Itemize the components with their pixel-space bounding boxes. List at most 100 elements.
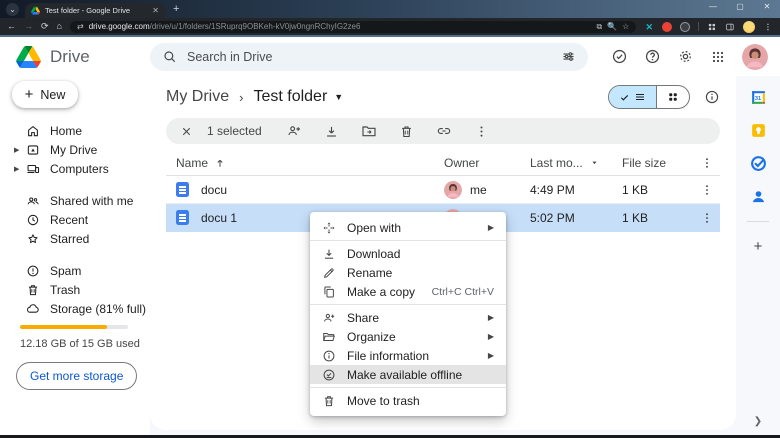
browser-tab[interactable]: Test folder - Google Drive ✕ — [25, 3, 165, 18]
sidebar-item-shared-with-me[interactable]: Shared with me — [0, 191, 150, 210]
grid-view-icon — [667, 91, 679, 103]
menu-item-label: Share — [347, 311, 477, 325]
row-more-actions-icon[interactable] — [700, 183, 714, 197]
menu-item-make-a-copy[interactable]: Make a copyCtrl+C Ctrl+V — [310, 282, 506, 301]
sidebar-item-home[interactable]: Home — [0, 121, 150, 140]
sidebar-item-trash[interactable]: Trash — [0, 280, 150, 299]
open-with-icon — [322, 221, 336, 235]
search-options-icon[interactable] — [561, 49, 576, 64]
column-header-modified[interactable]: Last mo... — [530, 156, 583, 170]
home-icon[interactable]: ⌂ — [57, 22, 62, 31]
folder-dropdown-caret-icon[interactable]: ▼ — [334, 92, 343, 102]
breadcrumb-current-folder[interactable]: Test folder — [253, 88, 327, 106]
sidebar-item-label: Trash — [50, 283, 80, 297]
extension-icon[interactable] — [680, 22, 690, 32]
menu-item-download[interactable]: Download — [310, 244, 506, 263]
window-close-button[interactable]: ✕ — [762, 2, 772, 11]
side-panel-icon[interactable] — [725, 22, 735, 32]
calendar-icon[interactable] — [750, 89, 767, 106]
sidebar-item-label: My Drive — [50, 143, 97, 157]
sidebar-item-my-drive[interactable]: ▶ My Drive — [0, 140, 150, 159]
menu-item-open-with[interactable]: Open with▶ — [310, 218, 506, 237]
storage-progress-bar — [20, 325, 128, 329]
menu-item-file-information[interactable]: File information▶ — [310, 346, 506, 365]
sort-ascending-icon[interactable] — [214, 157, 226, 169]
computers-icon — [26, 162, 40, 176]
new-button[interactable]: + New — [12, 81, 78, 108]
download-icon — [322, 247, 336, 261]
new-tab-button[interactable]: + — [173, 4, 179, 15]
spam-icon — [26, 264, 40, 278]
download-icon[interactable] — [324, 124, 339, 139]
menu-item-share[interactable]: Share▶ — [310, 308, 506, 327]
grid-view-button[interactable] — [656, 86, 689, 108]
sidebar-item-computers[interactable]: ▶Computers — [0, 159, 150, 178]
translate-icon[interactable]: ⧉ — [596, 23, 602, 31]
list-view-button[interactable] — [609, 86, 656, 108]
share-person-add-icon[interactable] — [286, 123, 302, 139]
forward-icon[interactable]: → — [24, 22, 33, 31]
selection-count: 1 selected — [207, 124, 262, 138]
drive-logo[interactable]: Drive — [0, 46, 150, 68]
tasks-icon[interactable] — [750, 155, 767, 172]
column-header-size[interactable]: File size — [622, 156, 666, 170]
breadcrumb-my-drive[interactable]: My Drive — [166, 88, 229, 106]
reload-icon[interactable]: ⟳ — [41, 22, 49, 31]
menu-item-move-to-trash[interactable]: Move to trash — [310, 391, 506, 410]
google-apps-grid-icon[interactable] — [710, 49, 726, 65]
file-row[interactable]: docume4:49 PM1 KB — [166, 176, 720, 204]
column-header-owner[interactable]: Owner — [444, 156, 479, 170]
help-icon[interactable] — [644, 48, 661, 65]
settings-gear-icon[interactable] — [677, 48, 694, 65]
trash-icon[interactable] — [399, 124, 414, 139]
expand-arrow-icon[interactable]: ▶ — [14, 165, 26, 173]
window-maximize-button[interactable]: ▢ — [735, 2, 745, 11]
tab-search-button[interactable]: ⌄ — [6, 3, 19, 16]
row-more-actions-icon[interactable] — [700, 211, 714, 225]
more-actions-icon[interactable] — [474, 124, 489, 139]
copy-link-icon[interactable] — [436, 123, 452, 139]
menu-separator — [310, 240, 506, 241]
contacts-icon[interactable] — [750, 188, 767, 205]
extension-icon[interactable] — [707, 22, 717, 32]
edit-icon — [322, 266, 336, 280]
menu-item-rename[interactable]: Rename — [310, 263, 506, 282]
sidebar-item-spam[interactable]: Spam — [0, 261, 150, 280]
hide-side-panel-icon[interactable]: ❯ — [754, 416, 762, 427]
menu-item-make-available-offline[interactable]: Make available offline — [310, 365, 506, 384]
details-info-icon[interactable] — [704, 89, 720, 105]
bookmark-star-icon[interactable]: ☆ — [622, 23, 629, 31]
sidebar-item-storage-81-full[interactable]: Storage (81% full) — [0, 299, 150, 318]
browser-profile-avatar[interactable] — [743, 21, 755, 33]
zoom-icon[interactable]: 🔍 — [607, 23, 617, 31]
keep-icon[interactable] — [750, 122, 767, 139]
column-settings-icon[interactable] — [700, 156, 714, 170]
window-minimize-button[interactable]: — — [708, 2, 718, 11]
modified-time: 4:49 PM — [530, 183, 622, 197]
address-bar[interactable]: ⇄ drive.google.com/drive/u/1/folders/1SR… — [70, 21, 636, 33]
extension-icon[interactable] — [662, 22, 672, 32]
menu-item-label: Make available offline — [347, 368, 494, 382]
extension-icon[interactable]: ✕ — [644, 22, 654, 32]
clear-selection-icon[interactable] — [180, 125, 193, 138]
add-app-plus-icon[interactable]: + — [754, 238, 763, 255]
move-to-folder-icon[interactable] — [361, 123, 377, 139]
menu-item-organize[interactable]: Organize▶ — [310, 327, 506, 346]
offline-status-icon[interactable] — [611, 48, 628, 65]
back-icon[interactable]: ← — [7, 22, 16, 31]
get-more-storage-button[interactable]: Get more storage — [16, 362, 137, 390]
view-toggle — [608, 85, 690, 109]
menu-item-label: Organize — [347, 330, 477, 344]
browser-toolbar: ← → ⟳ ⌂ ⇄ drive.google.com/drive/u/1/fol… — [0, 18, 780, 35]
menu-separator — [310, 304, 506, 305]
column-header-name[interactable]: Name — [176, 156, 208, 170]
tab-close-icon[interactable]: ✕ — [152, 7, 159, 15]
expand-arrow-icon[interactable]: ▶ — [14, 146, 26, 154]
browser-menu-icon[interactable] — [763, 22, 773, 32]
site-info-icon[interactable]: ⇄ — [77, 23, 84, 31]
search-input[interactable]: Search in Drive — [150, 43, 588, 71]
sidebar-item-recent[interactable]: Recent — [0, 210, 150, 229]
account-avatar[interactable] — [742, 44, 768, 70]
drive-icon — [26, 143, 40, 157]
sidebar-item-starred[interactable]: Starred — [0, 229, 150, 248]
